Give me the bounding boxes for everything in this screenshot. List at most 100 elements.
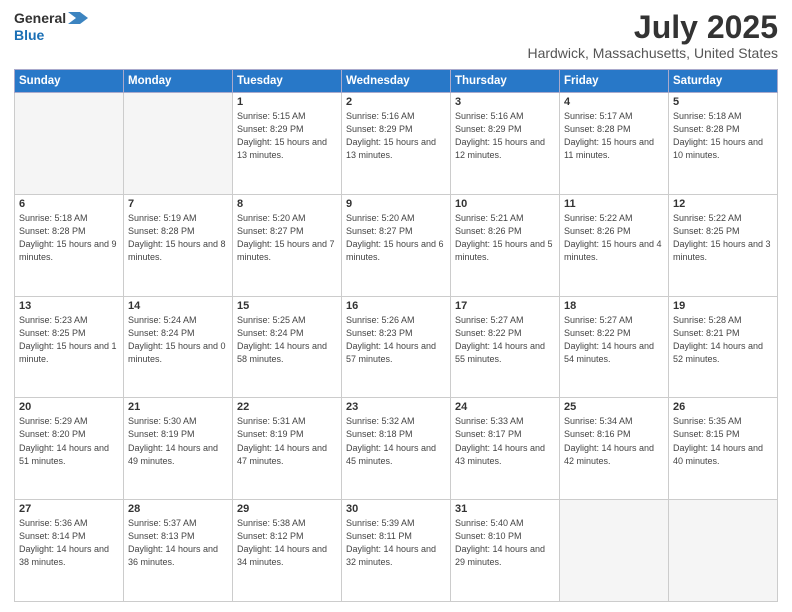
day-info: Sunrise: 5:18 AM Sunset: 8:28 PM Dayligh… <box>673 110 773 162</box>
calendar-cell: 12 Sunrise: 5:22 AM Sunset: 8:25 PM Dayli… <box>669 194 778 296</box>
calendar-cell <box>560 500 669 602</box>
day-number: 30 <box>346 503 446 515</box>
day-number: 15 <box>237 300 337 312</box>
day-info: Sunrise: 5:16 AM Sunset: 8:29 PM Dayligh… <box>346 110 446 162</box>
header-wednesday: Wednesday <box>342 70 451 93</box>
calendar-cell: 14 Sunrise: 5:24 AM Sunset: 8:24 PM Dayli… <box>124 296 233 398</box>
calendar-cell: 11Sunrise: 5:22 AM Sunset: 8:26 PM Dayli… <box>560 194 669 296</box>
day-info: Sunrise: 5:27 AM Sunset: 8:22 PM Dayligh… <box>564 314 664 366</box>
day-number: 2 <box>346 96 446 108</box>
header: General Blue July 2025 Hardwick, Massach… <box>14 10 778 61</box>
day-info: Sunrise: 5:38 AM Sunset: 8:12 PM Dayligh… <box>237 517 337 569</box>
title-area: July 2025 Hardwick, Massachusetts, Unite… <box>527 10 778 61</box>
week-row-2: 6 Sunrise: 5:18 AM Sunset: 8:28 PM Daylig… <box>15 194 778 296</box>
day-info: Sunrise: 5:33 AM Sunset: 8:17 PM Dayligh… <box>455 415 555 467</box>
day-info: Sunrise: 5:21 AM Sunset: 8:26 PM Dayligh… <box>455 212 555 264</box>
day-number: 14 <box>128 300 228 312</box>
day-number: 20 <box>19 401 119 413</box>
day-info: Sunrise: 5:19 AM Sunset: 8:28 PM Dayligh… <box>128 212 228 264</box>
calendar-cell: 18 Sunrise: 5:27 AM Sunset: 8:22 PM Dayli… <box>560 296 669 398</box>
week-row-1: 1Sunrise: 5:15 AM Sunset: 8:29 PM Daylig… <box>15 93 778 195</box>
calendar-cell: 21Sunrise: 5:30 AM Sunset: 8:19 PM Dayli… <box>124 398 233 500</box>
calendar-cell: 15 Sunrise: 5:25 AM Sunset: 8:24 PM Dayli… <box>233 296 342 398</box>
day-info: Sunrise: 5:35 AM Sunset: 8:15 PM Dayligh… <box>673 415 773 467</box>
day-info: Sunrise: 5:16 AM Sunset: 8:29 PM Dayligh… <box>455 110 555 162</box>
day-info: Sunrise: 5:36 AM Sunset: 8:14 PM Dayligh… <box>19 517 119 569</box>
day-number: 27 <box>19 503 119 515</box>
day-info: Sunrise: 5:20 AM Sunset: 8:27 PM Dayligh… <box>237 212 337 264</box>
calendar-cell: 24 Sunrise: 5:33 AM Sunset: 8:17 PM Dayli… <box>451 398 560 500</box>
calendar-cell: 20 Sunrise: 5:29 AM Sunset: 8:20 PM Dayli… <box>15 398 124 500</box>
day-number: 10 <box>455 198 555 210</box>
day-number: 1 <box>237 96 337 108</box>
calendar-cell: 28 Sunrise: 5:37 AM Sunset: 8:13 PM Dayli… <box>124 500 233 602</box>
week-row-4: 20 Sunrise: 5:29 AM Sunset: 8:20 PM Dayli… <box>15 398 778 500</box>
day-number: 4 <box>564 96 664 108</box>
day-number: 11 <box>564 198 664 210</box>
week-row-3: 13 Sunrise: 5:23 AM Sunset: 8:25 PM Dayli… <box>15 296 778 398</box>
day-info: Sunrise: 5:25 AM Sunset: 8:24 PM Dayligh… <box>237 314 337 366</box>
header-sunday: Sunday <box>15 70 124 93</box>
day-info: Sunrise: 5:17 AM Sunset: 8:28 PM Dayligh… <box>564 110 664 162</box>
day-number: 16 <box>346 300 446 312</box>
day-info: Sunrise: 5:23 AM Sunset: 8:25 PM Dayligh… <box>19 314 119 366</box>
day-number: 13 <box>19 300 119 312</box>
weekday-header-row: Sunday Monday Tuesday Wednesday Thursday… <box>15 70 778 93</box>
day-number: 21 <box>128 401 228 413</box>
logo-text: General Blue <box>14 10 88 44</box>
day-number: 6 <box>19 198 119 210</box>
calendar-cell: 16 Sunrise: 5:26 AM Sunset: 8:23 PM Dayli… <box>342 296 451 398</box>
day-number: 9 <box>346 198 446 210</box>
day-number: 23 <box>346 401 446 413</box>
day-number: 5 <box>673 96 773 108</box>
calendar-cell: 7 Sunrise: 5:19 AM Sunset: 8:28 PM Daylig… <box>124 194 233 296</box>
day-number: 3 <box>455 96 555 108</box>
calendar-cell: 4 Sunrise: 5:17 AM Sunset: 8:28 PM Daylig… <box>560 93 669 195</box>
day-number: 7 <box>128 198 228 210</box>
calendar-cell: 9Sunrise: 5:20 AM Sunset: 8:27 PM Daylig… <box>342 194 451 296</box>
day-info: Sunrise: 5:26 AM Sunset: 8:23 PM Dayligh… <box>346 314 446 366</box>
day-info: Sunrise: 5:24 AM Sunset: 8:24 PM Dayligh… <box>128 314 228 366</box>
calendar-cell: 2 Sunrise: 5:16 AM Sunset: 8:29 PM Daylig… <box>342 93 451 195</box>
day-info: Sunrise: 5:29 AM Sunset: 8:20 PM Dayligh… <box>19 415 119 467</box>
calendar-cell: 19 Sunrise: 5:28 AM Sunset: 8:21 PM Dayli… <box>669 296 778 398</box>
calendar-cell: 5 Sunrise: 5:18 AM Sunset: 8:28 PM Daylig… <box>669 93 778 195</box>
logo: General Blue <box>14 10 88 44</box>
day-number: 22 <box>237 401 337 413</box>
day-number: 12 <box>673 198 773 210</box>
week-row-5: 27 Sunrise: 5:36 AM Sunset: 8:14 PM Dayli… <box>15 500 778 602</box>
header-saturday: Saturday <box>669 70 778 93</box>
day-number: 19 <box>673 300 773 312</box>
calendar-cell: 23Sunrise: 5:32 AM Sunset: 8:18 PM Dayli… <box>342 398 451 500</box>
day-info: Sunrise: 5:27 AM Sunset: 8:22 PM Dayligh… <box>455 314 555 366</box>
day-number: 31 <box>455 503 555 515</box>
day-number: 28 <box>128 503 228 515</box>
day-number: 25 <box>564 401 664 413</box>
day-number: 18 <box>564 300 664 312</box>
calendar-cell <box>15 93 124 195</box>
day-info: Sunrise: 5:39 AM Sunset: 8:11 PM Dayligh… <box>346 517 446 569</box>
day-number: 29 <box>237 503 337 515</box>
calendar-cell: 25 Sunrise: 5:34 AM Sunset: 8:16 PM Dayli… <box>560 398 669 500</box>
calendar-table: Sunday Monday Tuesday Wednesday Thursday… <box>14 69 778 602</box>
day-info: Sunrise: 5:37 AM Sunset: 8:13 PM Dayligh… <box>128 517 228 569</box>
day-info: Sunrise: 5:22 AM Sunset: 8:25 PM Dayligh… <box>673 212 773 264</box>
logo-arrow-icon <box>68 10 88 26</box>
day-info: Sunrise: 5:18 AM Sunset: 8:28 PM Dayligh… <box>19 212 119 264</box>
calendar-cell: 1Sunrise: 5:15 AM Sunset: 8:29 PM Daylig… <box>233 93 342 195</box>
header-friday: Friday <box>560 70 669 93</box>
calendar-cell: 29 Sunrise: 5:38 AM Sunset: 8:12 PM Dayli… <box>233 500 342 602</box>
day-info: Sunrise: 5:34 AM Sunset: 8:16 PM Dayligh… <box>564 415 664 467</box>
calendar-cell <box>124 93 233 195</box>
calendar-cell: 26 Sunrise: 5:35 AM Sunset: 8:15 PM Dayli… <box>669 398 778 500</box>
calendar-title: July 2025 <box>527 10 778 45</box>
calendar-cell: 27 Sunrise: 5:36 AM Sunset: 8:14 PM Dayli… <box>15 500 124 602</box>
day-info: Sunrise: 5:31 AM Sunset: 8:19 PM Dayligh… <box>237 415 337 467</box>
calendar-cell: 8Sunrise: 5:20 AM Sunset: 8:27 PM Daylig… <box>233 194 342 296</box>
calendar-cell: 30 Sunrise: 5:39 AM Sunset: 8:11 PM Dayli… <box>342 500 451 602</box>
day-number: 24 <box>455 401 555 413</box>
day-info: Sunrise: 5:40 AM Sunset: 8:10 PM Dayligh… <box>455 517 555 569</box>
day-number: 26 <box>673 401 773 413</box>
day-info: Sunrise: 5:28 AM Sunset: 8:21 PM Dayligh… <box>673 314 773 366</box>
header-tuesday: Tuesday <box>233 70 342 93</box>
